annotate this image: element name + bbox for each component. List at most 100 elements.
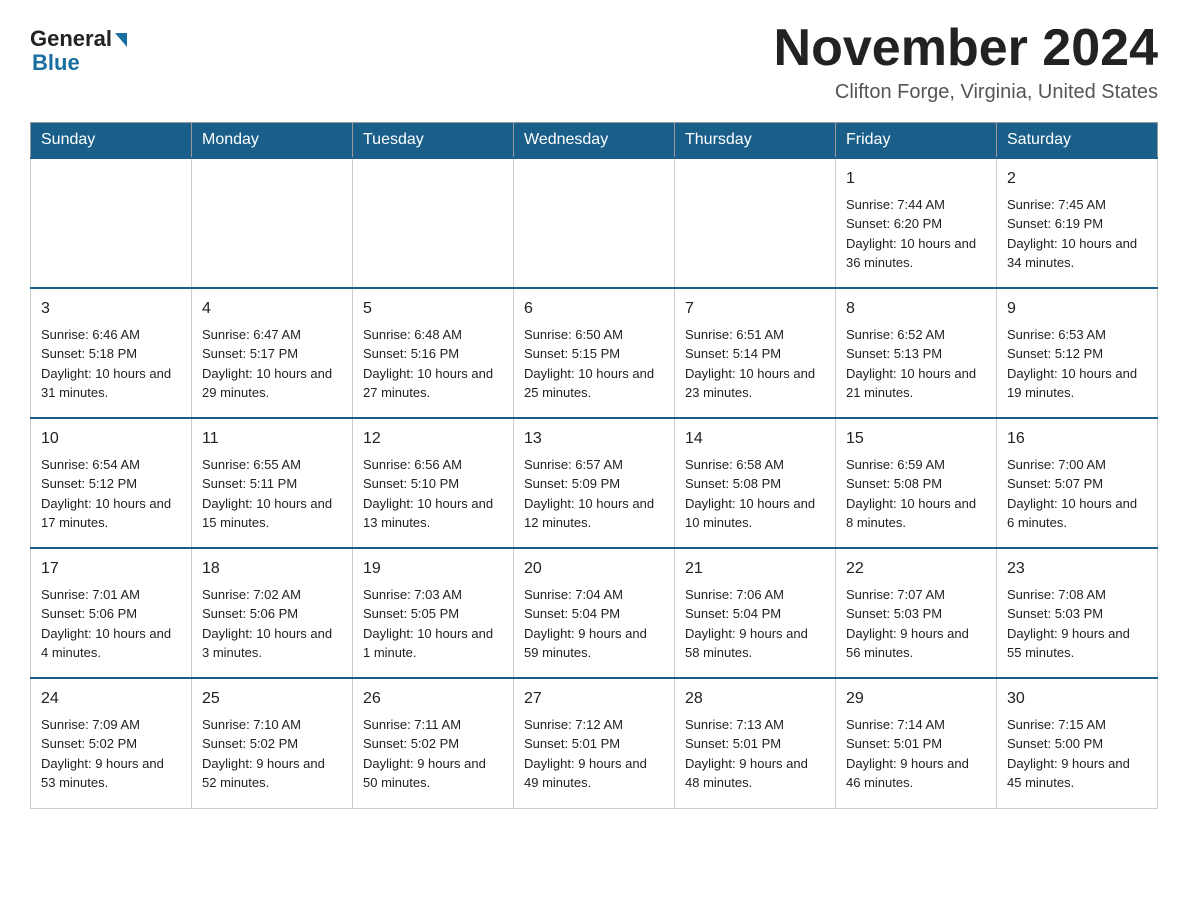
day-number: 24 (41, 687, 181, 712)
day-number: 30 (1007, 687, 1147, 712)
day-number: 1 (846, 167, 986, 192)
calendar-cell (192, 158, 353, 288)
day-number: 16 (1007, 427, 1147, 452)
calendar-cell: 26Sunrise: 7:11 AMSunset: 5:02 PMDayligh… (353, 678, 514, 808)
day-info: Sunrise: 7:44 AMSunset: 6:20 PMDaylight:… (846, 195, 986, 273)
day-of-week-header: Wednesday (514, 123, 675, 159)
calendar-cell: 4 Sunrise: 6:47 AMSunset: 5:17 PMDaylight… (192, 288, 353, 418)
day-info: Sunrise: 6:53 AMSunset: 5:12 PMDaylight:… (1007, 325, 1147, 403)
calendar-cell: 20Sunrise: 7:04 AMSunset: 5:04 PMDayligh… (514, 548, 675, 678)
calendar-week-row: 24 Sunrise: 7:09 AMSunset: 5:02 PMDayligh… (31, 678, 1158, 808)
day-info: Sunrise: 6:48 AMSunset: 5:16 PMDaylight:… (363, 325, 503, 403)
day-number: 22 (846, 557, 986, 582)
logo-general-text: General (30, 26, 127, 52)
calendar-cell: 8 Sunrise: 6:52 AMSunset: 5:13 PMDaylight… (836, 288, 997, 418)
day-number: 21 (685, 557, 825, 582)
calendar-cell (675, 158, 836, 288)
day-of-week-header: Friday (836, 123, 997, 159)
day-number: 7 (685, 297, 825, 322)
calendar-cell: 11Sunrise: 6:55 AMSunset: 5:11 PMDayligh… (192, 418, 353, 548)
location-label: Clifton Forge, Virginia, United States (774, 81, 1158, 104)
day-info: Sunrise: 6:54 AMSunset: 5:12 PMDaylight:… (41, 455, 181, 533)
day-info: Sunrise: 7:08 AMSunset: 5:03 PMDaylight:… (1007, 585, 1147, 663)
month-title: November 2024 (774, 20, 1158, 77)
day-info: Sunrise: 6:52 AMSunset: 5:13 PMDaylight:… (846, 325, 986, 403)
day-number: 4 (202, 297, 342, 322)
title-section: November 2024 Clifton Forge, Virginia, U… (774, 20, 1158, 104)
day-number: 11 (202, 427, 342, 452)
day-number: 13 (524, 427, 664, 452)
day-info: Sunrise: 6:59 AMSunset: 5:08 PMDaylight:… (846, 455, 986, 533)
day-info: Sunrise: 7:14 AMSunset: 5:01 PMDaylight:… (846, 715, 986, 793)
day-number: 5 (363, 297, 503, 322)
day-info: Sunrise: 7:02 AMSunset: 5:06 PMDaylight:… (202, 585, 342, 663)
day-of-week-header: Tuesday (353, 123, 514, 159)
day-number: 12 (363, 427, 503, 452)
general-label: General (30, 26, 112, 52)
calendar-cell: 30 Sunrise: 7:15 AMSunset: 5:00 PMDayligh… (997, 678, 1158, 808)
calendar-cell: 15 Sunrise: 6:59 AMSunset: 5:08 PMDayligh… (836, 418, 997, 548)
day-number: 14 (685, 427, 825, 452)
day-of-week-header: Sunday (31, 123, 192, 159)
calendar-cell: 23 Sunrise: 7:08 AMSunset: 5:03 PMDayligh… (997, 548, 1158, 678)
calendar-cell: 12 Sunrise: 6:56 AMSunset: 5:10 PMDayligh… (353, 418, 514, 548)
day-number: 18 (202, 557, 342, 582)
day-number: 28 (685, 687, 825, 712)
day-number: 27 (524, 687, 664, 712)
calendar-cell: 2Sunrise: 7:45 AMSunset: 6:19 PMDaylight… (997, 158, 1158, 288)
logo-blue-text: Blue (32, 50, 80, 76)
day-info: Sunrise: 7:13 AMSunset: 5:01 PMDaylight:… (685, 715, 825, 793)
calendar-cell: 1 Sunrise: 7:44 AMSunset: 6:20 PMDaylight… (836, 158, 997, 288)
calendar-week-row: 17Sunrise: 7:01 AMSunset: 5:06 PMDayligh… (31, 548, 1158, 678)
day-info: Sunrise: 7:15 AMSunset: 5:00 PMDaylight:… (1007, 715, 1147, 793)
calendar-cell: 9 Sunrise: 6:53 AMSunset: 5:12 PMDaylight… (997, 288, 1158, 418)
day-number: 19 (363, 557, 503, 582)
day-info: Sunrise: 7:00 AMSunset: 5:07 PMDaylight:… (1007, 455, 1147, 533)
calendar-cell: 27 Sunrise: 7:12 AMSunset: 5:01 PMDayligh… (514, 678, 675, 808)
calendar-week-row: 1 Sunrise: 7:44 AMSunset: 6:20 PMDaylight… (31, 158, 1158, 288)
calendar-cell: 5 Sunrise: 6:48 AMSunset: 5:16 PMDaylight… (353, 288, 514, 418)
calendar-cell (514, 158, 675, 288)
calendar-cell: 16 Sunrise: 7:00 AMSunset: 5:07 PMDayligh… (997, 418, 1158, 548)
day-number: 23 (1007, 557, 1147, 582)
day-number: 9 (1007, 297, 1147, 322)
calendar-cell: 7 Sunrise: 6:51 AMSunset: 5:14 PMDaylight… (675, 288, 836, 418)
calendar-cell: 19 Sunrise: 7:03 AMSunset: 5:05 PMDayligh… (353, 548, 514, 678)
day-info: Sunrise: 7:12 AMSunset: 5:01 PMDaylight:… (524, 715, 664, 793)
calendar-header-row: SundayMondayTuesdayWednesdayThursdayFrid… (31, 123, 1158, 159)
day-info: Sunrise: 6:46 AMSunset: 5:18 PMDaylight:… (41, 325, 181, 403)
day-number: 8 (846, 297, 986, 322)
day-info: Sunrise: 6:57 AMSunset: 5:09 PMDaylight:… (524, 455, 664, 533)
calendar-cell: 21 Sunrise: 7:06 AMSunset: 5:04 PMDayligh… (675, 548, 836, 678)
day-number: 3 (41, 297, 181, 322)
day-number: 15 (846, 427, 986, 452)
day-info: Sunrise: 7:45 AMSunset: 6:19 PMDaylight:… (1007, 195, 1147, 273)
calendar-cell: 13 Sunrise: 6:57 AMSunset: 5:09 PMDayligh… (514, 418, 675, 548)
day-info: Sunrise: 7:03 AMSunset: 5:05 PMDaylight:… (363, 585, 503, 663)
day-of-week-header: Saturday (997, 123, 1158, 159)
logo: General Blue (30, 20, 127, 76)
day-info: Sunrise: 6:56 AMSunset: 5:10 PMDaylight:… (363, 455, 503, 533)
day-number: 10 (41, 427, 181, 452)
day-info: Sunrise: 7:09 AMSunset: 5:02 PMDaylight:… (41, 715, 181, 793)
day-info: Sunrise: 6:50 AMSunset: 5:15 PMDaylight:… (524, 325, 664, 403)
day-info: Sunrise: 7:07 AMSunset: 5:03 PMDaylight:… (846, 585, 986, 663)
day-info: Sunrise: 7:10 AMSunset: 5:02 PMDaylight:… (202, 715, 342, 793)
day-info: Sunrise: 7:04 AMSunset: 5:04 PMDaylight:… (524, 585, 664, 663)
day-info: Sunrise: 7:11 AMSunset: 5:02 PMDaylight:… (363, 715, 503, 793)
day-of-week-header: Thursday (675, 123, 836, 159)
calendar-cell: 22 Sunrise: 7:07 AMSunset: 5:03 PMDayligh… (836, 548, 997, 678)
calendar-cell: 29 Sunrise: 7:14 AMSunset: 5:01 PMDayligh… (836, 678, 997, 808)
day-info: Sunrise: 6:47 AMSunset: 5:17 PMDaylight:… (202, 325, 342, 403)
calendar-cell: 24 Sunrise: 7:09 AMSunset: 5:02 PMDayligh… (31, 678, 192, 808)
day-info: Sunrise: 7:01 AMSunset: 5:06 PMDaylight:… (41, 585, 181, 663)
day-info: Sunrise: 6:51 AMSunset: 5:14 PMDaylight:… (685, 325, 825, 403)
day-info: Sunrise: 7:06 AMSunset: 5:04 PMDaylight:… (685, 585, 825, 663)
calendar-cell: 6Sunrise: 6:50 AMSunset: 5:15 PMDaylight… (514, 288, 675, 418)
day-info: Sunrise: 6:58 AMSunset: 5:08 PMDaylight:… (685, 455, 825, 533)
day-number: 25 (202, 687, 342, 712)
calendar-cell: 3 Sunrise: 6:46 AMSunset: 5:18 PMDaylight… (31, 288, 192, 418)
day-number: 29 (846, 687, 986, 712)
calendar-cell (31, 158, 192, 288)
calendar-cell (353, 158, 514, 288)
